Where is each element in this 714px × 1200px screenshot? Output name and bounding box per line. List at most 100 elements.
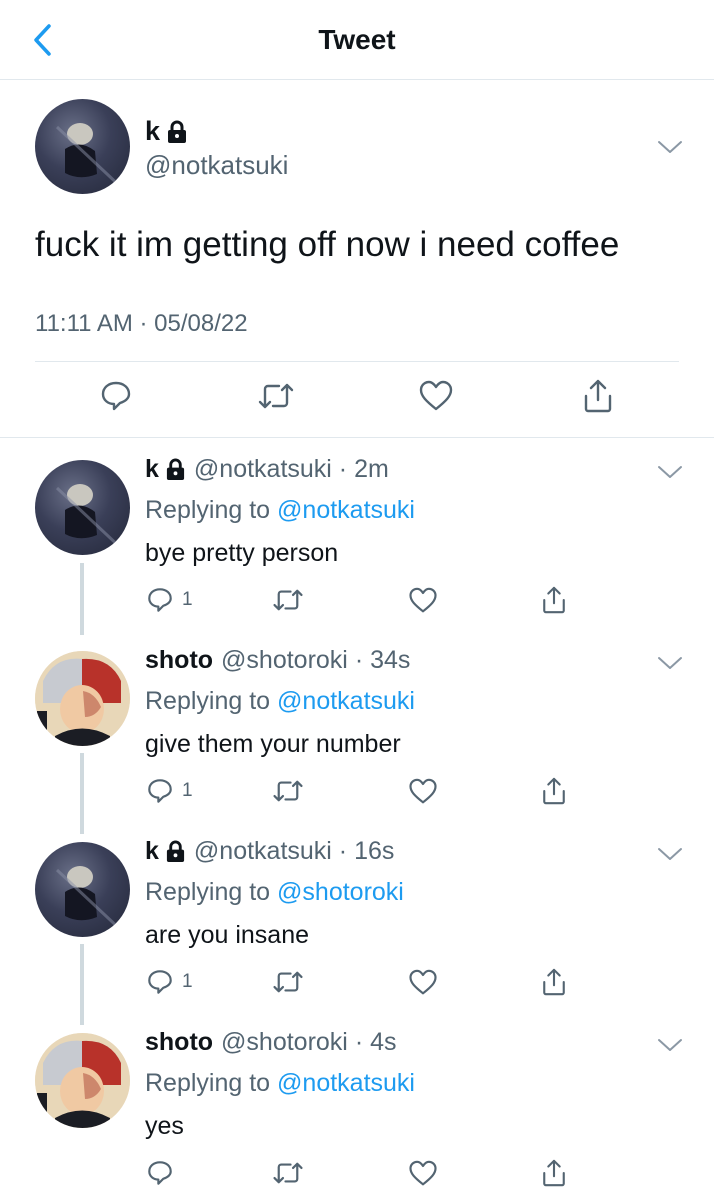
chevron-down-icon[interactable]	[657, 139, 683, 155]
replying-to: Replying to @notkatsuki	[145, 496, 415, 525]
reply-tweet[interactable]: shoto @shotoroki · 4s Replying to @notka…	[0, 1012, 714, 1200]
mention-link[interactable]: @notkatsuki	[277, 496, 415, 524]
chevron-down-icon[interactable]	[657, 846, 683, 862]
retweet-button[interactable]	[256, 376, 296, 416]
reply-button[interactable]	[96, 376, 136, 416]
reply-header: k @notkatsuki · 2m	[145, 455, 389, 484]
tweet-timestamp[interactable]: 11:11 AM · 05/08/22	[35, 310, 248, 338]
share-icon	[543, 1159, 565, 1187]
author-name-text: k	[145, 455, 159, 483]
share-button[interactable]	[541, 1157, 567, 1189]
author-handle[interactable]: @notkatsuki	[145, 150, 288, 181]
like-icon	[409, 587, 437, 612]
share-icon	[543, 777, 565, 805]
mention-link[interactable]: @notkatsuki	[277, 1069, 415, 1097]
share-button[interactable]	[541, 775, 567, 807]
share-icon	[584, 379, 612, 413]
retweet-icon	[273, 1162, 303, 1184]
reply-count: 1	[182, 971, 193, 992]
page-title: Tweet	[318, 24, 396, 55]
reply-text: are you insane	[145, 921, 310, 949]
chevron-down-icon[interactable]	[657, 655, 683, 671]
reply-count: 1	[182, 780, 193, 801]
like-icon	[419, 380, 453, 411]
reply-button[interactable]: 1	[146, 966, 193, 998]
author-name[interactable]: k	[145, 116, 188, 147]
replying-to-label: Replying to	[145, 687, 278, 715]
reply-icon	[148, 588, 172, 612]
replying-to: Replying to @shotoroki	[145, 878, 404, 907]
reply-tweet[interactable]: shoto @shotoroki · 34s Replying to @notk…	[0, 630, 714, 821]
author-handle[interactable]: @shotoroki	[221, 1028, 348, 1057]
author-name[interactable]: shoto	[145, 1028, 213, 1057]
avatar[interactable]	[35, 842, 130, 937]
reply-text: give them your number	[145, 730, 401, 758]
retweet-icon	[273, 589, 303, 611]
main-tweet: k @notkatsuki fuck it im getting off now…	[0, 80, 714, 438]
author-name[interactable]: k	[145, 455, 186, 484]
like-button[interactable]	[408, 775, 438, 807]
like-button[interactable]	[408, 1157, 438, 1189]
replying-to-label: Replying to	[145, 496, 278, 524]
reply-icon	[148, 970, 172, 994]
mention-link[interactable]: @shotoroki	[277, 878, 404, 906]
replying-to-label: Replying to	[145, 1069, 278, 1097]
reply-tweet[interactable]: k @notkatsuki · 2m Replying to @notkatsu…	[0, 439, 714, 630]
like-icon	[409, 778, 437, 803]
share-button[interactable]	[578, 376, 618, 416]
reply-count: 1	[182, 589, 193, 610]
mention-link[interactable]: @notkatsuki	[277, 687, 415, 715]
reply-time: 2m	[354, 455, 389, 483]
author-handle[interactable]: @shotoroki	[221, 646, 348, 675]
author-name-text: k	[145, 837, 159, 865]
reply-time: 4s	[370, 1028, 397, 1056]
lock-icon	[166, 458, 184, 480]
like-button[interactable]	[408, 966, 438, 998]
retweet-button[interactable]	[272, 1157, 304, 1189]
author-name-text: k	[145, 116, 161, 146]
reply-tweet[interactable]: k @notkatsuki · 16s Replying to @shotoro…	[0, 821, 714, 1012]
reply-time: 16s	[354, 837, 395, 865]
replying-to: Replying to @notkatsuki	[145, 1069, 415, 1098]
retweet-button[interactable]	[272, 966, 304, 998]
divider	[35, 361, 679, 362]
retweet-button[interactable]	[272, 584, 304, 616]
like-button[interactable]	[408, 584, 438, 616]
avatar-figure	[35, 651, 130, 746]
share-button[interactable]	[541, 966, 567, 998]
author-name[interactable]: k	[145, 837, 186, 866]
retweet-button[interactable]	[272, 775, 304, 807]
reply-button[interactable]: 1	[146, 584, 193, 616]
reply-text: yes	[145, 1112, 184, 1140]
like-button[interactable]	[416, 376, 456, 416]
avatar-figure	[35, 1033, 130, 1128]
reply-header: shoto @shotoroki · 34s	[145, 646, 411, 675]
reply-button[interactable]: 1	[146, 775, 193, 807]
reply-header: k @notkatsuki · 16s	[145, 837, 395, 866]
reply-icon	[101, 381, 131, 411]
like-icon	[409, 969, 437, 994]
like-icon	[409, 1160, 437, 1185]
replying-to: Replying to @notkatsuki	[145, 687, 415, 716]
avatar[interactable]	[35, 99, 130, 194]
author-name[interactable]: shoto	[145, 646, 213, 675]
reply-text: bye pretty person	[145, 539, 339, 567]
share-icon	[543, 586, 565, 614]
author-handle[interactable]: @notkatsuki	[194, 837, 332, 866]
replying-to-label: Replying to	[145, 878, 278, 906]
avatar[interactable]	[35, 1033, 130, 1128]
reply-button[interactable]	[146, 1157, 174, 1189]
reply-header: shoto @shotoroki · 4s	[145, 1028, 397, 1057]
avatar[interactable]	[35, 460, 130, 555]
chevron-down-icon[interactable]	[657, 1037, 683, 1053]
retweet-icon	[273, 780, 303, 802]
avatar-figure	[55, 866, 125, 934]
avatar-figure	[55, 484, 125, 552]
share-icon	[543, 968, 565, 996]
share-button[interactable]	[541, 584, 567, 616]
top-nav-bar: Tweet	[0, 0, 714, 80]
author-handle[interactable]: @notkatsuki	[194, 455, 332, 484]
tweet-text: fuck it im getting off now i need coffee	[35, 225, 620, 264]
chevron-down-icon[interactable]	[657, 464, 683, 480]
avatar[interactable]	[35, 651, 130, 746]
